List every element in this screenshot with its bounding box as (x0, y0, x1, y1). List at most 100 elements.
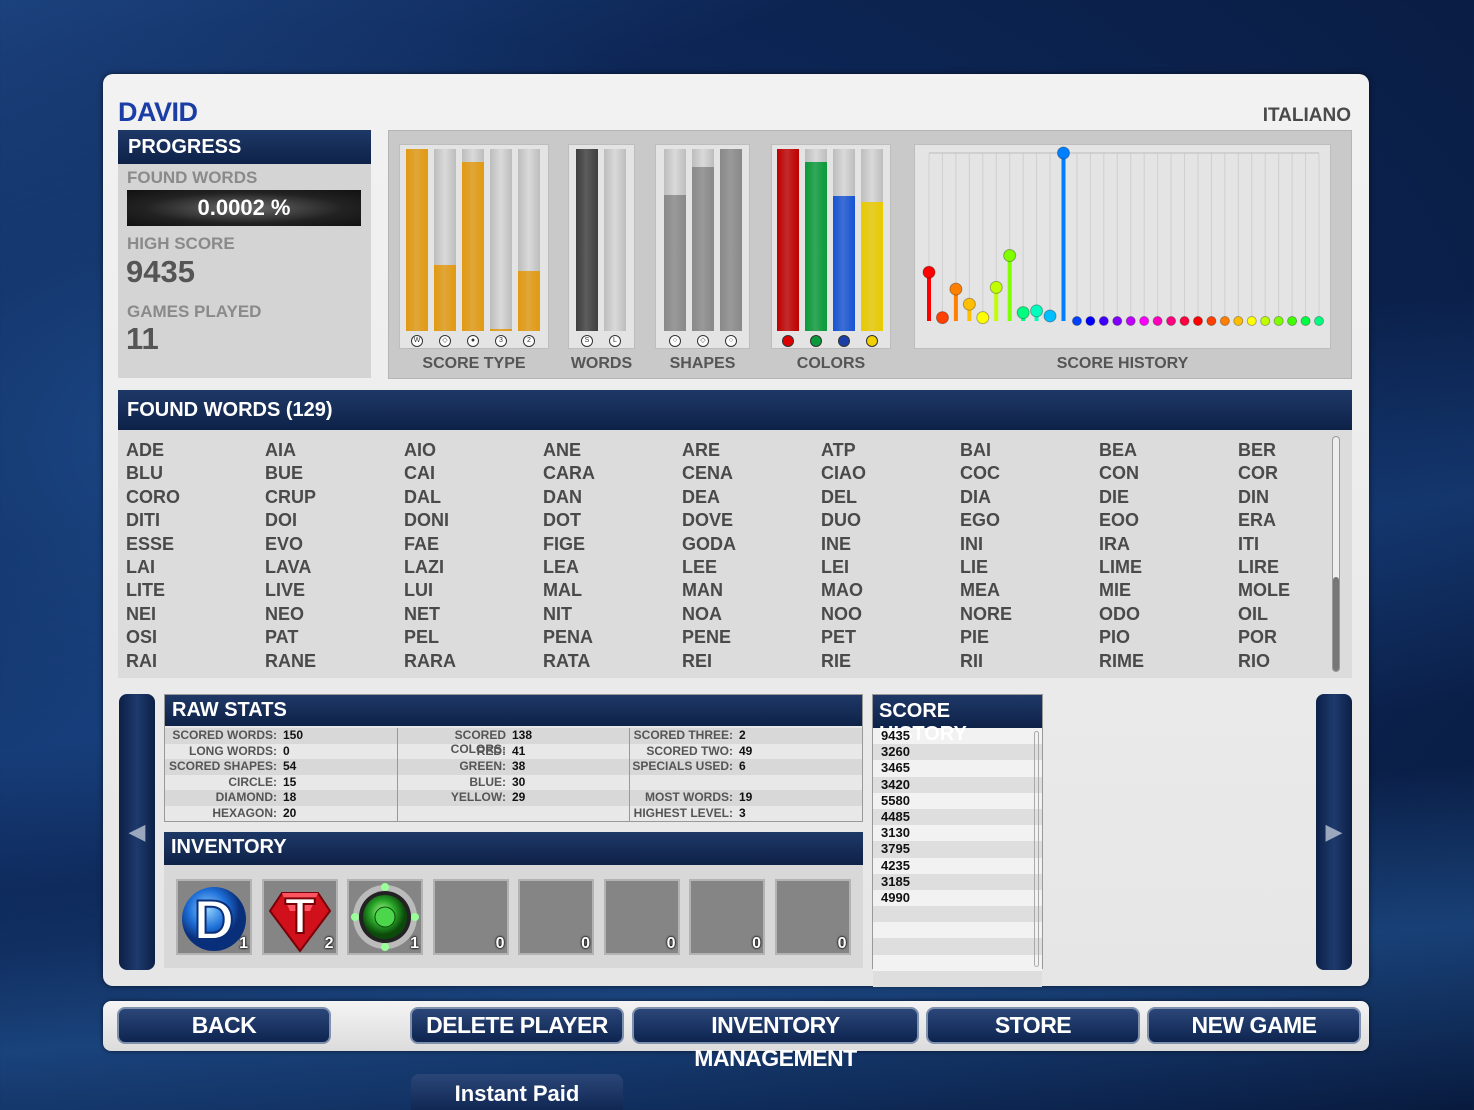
score-history-point (1192, 316, 1203, 326)
score-history-header: SCORE HISTORY (873, 695, 1042, 745)
progress-header: PROGRESS (118, 130, 371, 164)
score-history-point (1125, 316, 1136, 326)
score-type-bar-fill (406, 149, 428, 331)
raw-stat-label: SCORED WORDS: (172, 728, 277, 742)
raw-stat-row: SCORED WORDS: 150 (165, 728, 397, 744)
found-word: MEA (960, 580, 1000, 601)
raw-stat-row: SCORED THREE: 2 (630, 728, 862, 744)
found-word: CAI (404, 463, 435, 484)
found-word: NEO (265, 603, 305, 624)
scrollbar-thumb[interactable] (1333, 577, 1339, 671)
found-word: LITE (126, 580, 165, 601)
category-icon: ◇ (697, 335, 709, 347)
raw-stat-value: 15 (283, 774, 297, 789)
found-word: ADE (126, 440, 165, 460)
shapes-chart: ○ ◇ ○ (655, 144, 750, 349)
found-words-scrollbar[interactable] (1332, 436, 1340, 672)
inventory-management-button[interactable]: INVENTORY MANAGEMENT (632, 1007, 919, 1071)
inventory-slot[interactable]: 0 (689, 879, 765, 955)
found-word: RATA (543, 650, 591, 671)
raw-stat-row: MOST WORDS: 19 (630, 790, 862, 806)
score-history-point (962, 297, 976, 311)
raw-stat-value: 150 (283, 728, 304, 742)
score-history-point (1003, 248, 1017, 262)
found-words-count: (129) (285, 399, 333, 421)
score-history-point (1016, 306, 1030, 320)
found-word: DOI (265, 510, 298, 531)
found-word: PEL (404, 627, 440, 648)
category-icon: ○ (725, 335, 737, 347)
colors-bar (861, 149, 883, 331)
found-word: INE (821, 533, 852, 554)
shapes-bar (664, 149, 686, 331)
found-word: NET (404, 603, 440, 624)
score-type-chart: W ◇ ● 3 2 (399, 144, 549, 349)
games-played-value: 11 (126, 321, 159, 356)
chevron-left-icon: ◀ (128, 819, 146, 844)
raw-stat-row: HEXAGON: 20 (165, 806, 397, 822)
found-word: ODO (1099, 603, 1141, 624)
raw-stat-row: GREEN: 38 (398, 759, 629, 775)
found-word: DAN (543, 486, 582, 507)
score-history-point (1287, 316, 1298, 326)
found-word: DIE (1099, 486, 1130, 507)
found-word: NIT (543, 603, 572, 624)
score-type-bar-fill (490, 329, 512, 331)
category-icon: ● (810, 335, 822, 347)
score-history-row (873, 954, 1042, 971)
shapes-bar (720, 149, 742, 331)
inventory-slot[interactable]: 0 (603, 879, 680, 955)
raw-stat-value: 29 (512, 790, 526, 804)
found-word: COR (1238, 463, 1278, 484)
found-word: FAE (404, 533, 440, 554)
score-history-row (873, 906, 1042, 923)
previous-arrow-button[interactable]: ◀ (119, 694, 155, 970)
instant-paid-tab[interactable]: Instant Paid (411, 1074, 623, 1110)
found-word: LIME (1099, 556, 1142, 577)
raw-stat-label: BLUE: (469, 774, 506, 789)
found-words-percentage: 0.0002 % (127, 190, 361, 226)
found-words-title: FOUND WORDS (127, 399, 281, 421)
inventory-slot[interactable]: 1 (347, 879, 423, 955)
inventory-slot[interactable]: 0 (774, 879, 851, 955)
inventory-slot[interactable]: D1 (176, 879, 252, 955)
raw-stat-value: 138 (512, 728, 533, 742)
raw-stats-column: SCORED WORDS: 150 LONG WORDS: 0 SCORED SHAPE… (165, 728, 398, 822)
shapes-bar-fill (692, 167, 714, 331)
found-word: RIE (821, 650, 852, 671)
raw-stats-header: RAW STATS (165, 695, 862, 726)
raw-stat-label: RED: (476, 743, 506, 758)
score-history-point (949, 282, 963, 296)
found-word: PIO (1099, 627, 1131, 648)
colors-bar (777, 149, 799, 331)
words-bar (604, 149, 626, 331)
colors-bar-fill (805, 161, 827, 331)
score-history-point (922, 265, 936, 279)
found-word: RAI (126, 650, 157, 671)
inventory-slot[interactable]: 0 (518, 879, 594, 955)
score-history-scrollbar[interactable] (1034, 731, 1039, 967)
category-icon: W (411, 335, 423, 347)
next-arrow-button[interactable]: ▶ (1316, 694, 1352, 970)
new-game-button[interactable]: NEW GAME (1147, 1007, 1361, 1044)
found-word: DITI (126, 510, 160, 531)
found-word: CRUP (265, 486, 317, 507)
words-label: WORDS (570, 355, 633, 372)
found-word: ERA (1238, 510, 1277, 531)
score-history-point (1056, 146, 1070, 160)
raw-stat-value: 20 (283, 805, 297, 820)
back-button[interactable]: BACK (117, 1007, 331, 1044)
delete-player-button[interactable]: DELETE PLAYER (410, 1007, 624, 1044)
colors-bar (805, 149, 827, 331)
store-button[interactable]: STORE (926, 1007, 1140, 1044)
high-score-value: 9435 (126, 254, 195, 289)
raw-stat-row (398, 806, 629, 822)
raw-stats-column: SCORED COLORS: 138 RED: 41 GREEN: 38 BLUE: 30 YE… (398, 728, 630, 822)
found-word: LAI (126, 556, 155, 577)
found-word: PENA (543, 627, 594, 648)
found-word: RARA (404, 650, 456, 671)
raw-stat-label: DIAMOND: (215, 790, 277, 804)
inventory-slot[interactable]: 0 (432, 879, 509, 955)
inventory-slot[interactable]: T2 (261, 879, 338, 955)
found-word: LEA (543, 556, 579, 577)
